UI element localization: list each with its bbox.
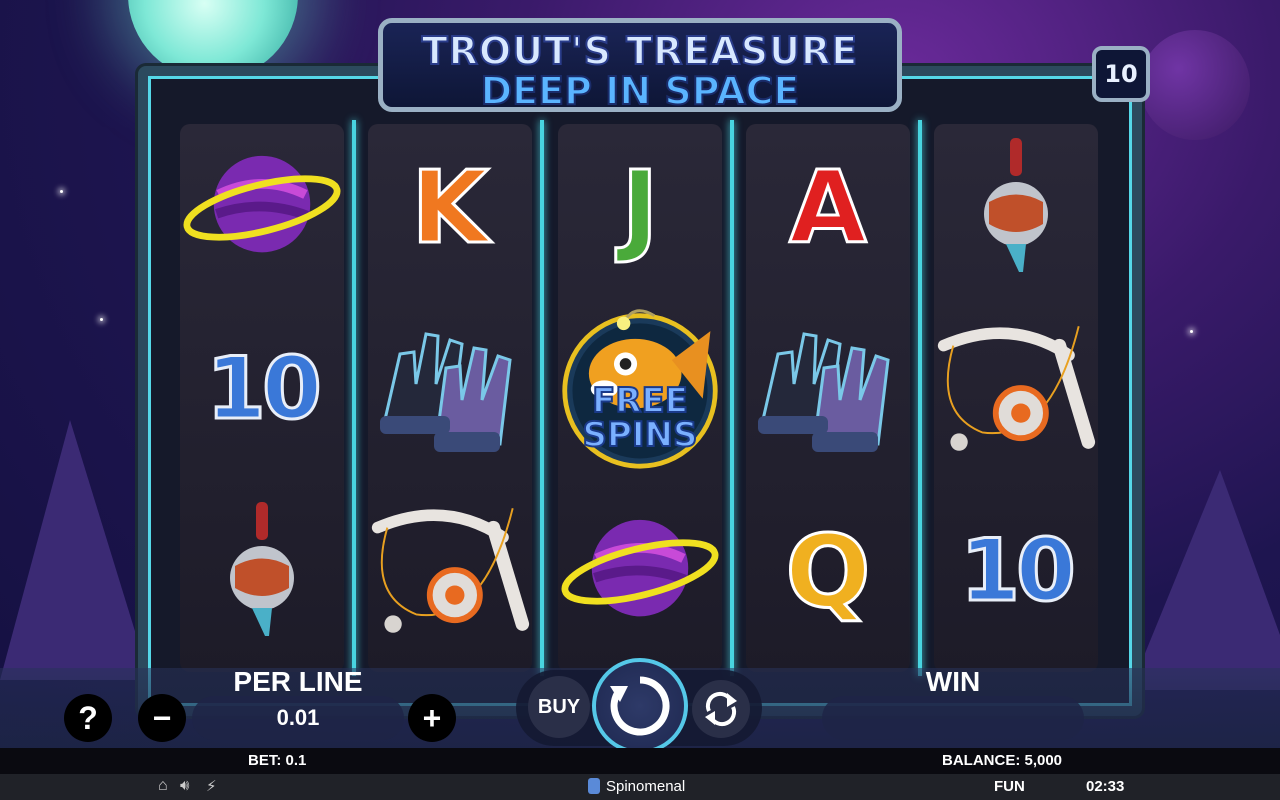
reel-frame: 10 K J FREE SPINS A Q 10 [138, 66, 1142, 716]
sound-icon[interactable]: 🔊︎ [180, 777, 189, 794]
planet-icon [558, 480, 722, 662]
win-label: WIN [925, 666, 981, 697]
increase-bet-button[interactable]: + [408, 694, 456, 742]
gloves-icon [368, 298, 532, 480]
reel-divider [352, 120, 356, 676]
home-icon[interactable]: ⌂ [158, 777, 168, 795]
free-label: FREE [591, 381, 689, 421]
buy-button[interactable]: BUY [528, 676, 590, 738]
spins-label: SPINS [582, 415, 699, 455]
mountain-left [0, 420, 150, 680]
star [1190, 330, 1193, 333]
spinomenal-logo-icon [588, 778, 600, 794]
autoplay-icon [705, 691, 737, 727]
spin-button[interactable] [592, 658, 688, 754]
reel-divider [918, 120, 922, 676]
fishing-rod-icon [368, 480, 532, 662]
planet-icon [180, 116, 344, 298]
per-line-label: PER LINE [233, 666, 363, 697]
symbol-k: K [410, 147, 490, 267]
game-mode: FUN [994, 778, 1025, 795]
free-spins-fish-icon[interactable]: FREE SPINS [558, 298, 722, 480]
game-logo: TROUT'S TREASURE DEEP IN SPACE [378, 18, 902, 114]
reel-divider [730, 120, 734, 676]
autoplay-button[interactable] [692, 680, 750, 738]
paylines-badge: 10 [1092, 46, 1150, 102]
spin-icon [610, 676, 670, 736]
per-line-value: 0.01 [192, 696, 404, 740]
footer-bar: ⌂ 🔊︎ ⚡︎ Spinomenal FUN 02:33 [0, 774, 1280, 800]
brand-name: Spinomenal [606, 778, 686, 795]
turbo-icon[interactable]: ⚡︎ [206, 777, 217, 795]
win-value [822, 696, 1084, 740]
symbol-j: J [620, 147, 660, 267]
reel-divider [540, 120, 544, 676]
clock: 02:33 [1086, 778, 1125, 795]
decrease-bet-button[interactable]: − [138, 694, 186, 742]
symbol-10: 10 [959, 520, 1078, 623]
balance-text: BALANCE: 5,000 [942, 752, 1063, 769]
bobber-icon [180, 480, 344, 662]
planet-background [1140, 30, 1250, 140]
gloves-icon [746, 298, 910, 480]
symbol-q: Q [784, 511, 872, 631]
mountain-right [1130, 470, 1280, 690]
help-button[interactable]: ? [64, 694, 112, 742]
info-bar: BET: 0.1 BALANCE: 5,000 [0, 748, 1280, 774]
symbol-a: A [788, 147, 868, 267]
bet-text: BET: 0.1 [248, 752, 307, 769]
title-line-2: DEEP IN SPACE [480, 68, 801, 114]
symbol-10: 10 [205, 338, 324, 441]
star [100, 318, 103, 321]
bobber-icon [934, 116, 1098, 298]
fishing-rod-icon [934, 298, 1098, 480]
title-line-1: TROUT'S TREASURE [421, 28, 859, 74]
star [60, 190, 63, 193]
